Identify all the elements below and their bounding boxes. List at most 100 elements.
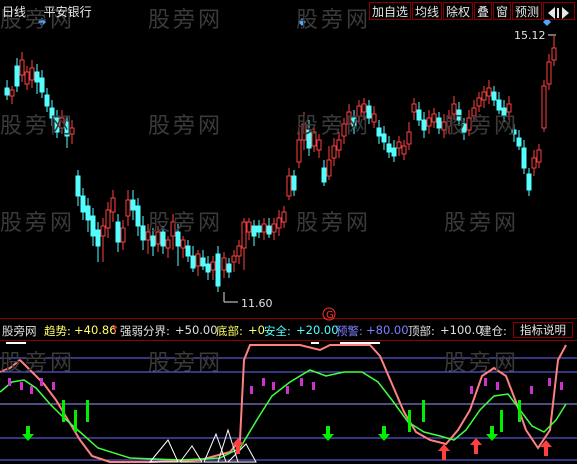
- candle-body: [381, 133, 387, 143]
- candle-body: [501, 107, 507, 117]
- arrow-left-right-icon[interactable]: [543, 2, 575, 20]
- candle-body: [95, 229, 101, 247]
- candle-body: [396, 141, 402, 149]
- chart-canvas: G: [0, 0, 577, 464]
- indicator-tick: [530, 386, 533, 394]
- sell-bar: [422, 400, 425, 422]
- indicator-tick: [30, 386, 33, 394]
- buy-arrow-shaft: [474, 445, 478, 454]
- sell-bar: [62, 400, 65, 422]
- candle-body: [9, 89, 15, 97]
- candle-body: [90, 215, 96, 237]
- indicator-legend: 股旁网 趋势: +40.86 ↑ 强弱分界: +50.00 底部: +0 安全:…: [0, 322, 577, 338]
- stock-title: 日线 平安银行: [2, 3, 92, 20]
- sell-arrow-shaft: [326, 426, 330, 434]
- candle-body: [491, 91, 497, 101]
- stock-name: 平安银行: [43, 5, 92, 19]
- candle-body: [356, 105, 362, 117]
- candle-body: [411, 103, 417, 113]
- candle-body: [261, 223, 267, 233]
- candle-body: [386, 143, 392, 153]
- moving-average-button[interactable]: 均线: [412, 2, 442, 20]
- candle-body: [236, 245, 242, 257]
- top-label: 顶部:: [408, 324, 435, 338]
- candle-body: [516, 137, 522, 147]
- candle-body: [205, 263, 211, 273]
- candle-body: [521, 147, 527, 169]
- indicator-name: 股旁网: [2, 324, 37, 338]
- strength-label: 强弱分界:: [120, 324, 170, 338]
- trend-label: 趋势:: [44, 324, 71, 338]
- candle-body: [436, 117, 442, 129]
- ex-rights-button[interactable]: 除权: [443, 2, 473, 20]
- candle-body: [281, 211, 287, 223]
- indicator-tick: [286, 386, 289, 394]
- indicator-top-marker: [311, 342, 319, 344]
- candle-body: [256, 225, 262, 233]
- warn-value: +80.00: [366, 323, 409, 337]
- indicator-tick: [20, 382, 23, 390]
- candle-body: [69, 127, 75, 135]
- candle-body: [481, 91, 487, 101]
- window-button[interactable]: 窗: [493, 2, 511, 20]
- buy-arrow-shaft: [442, 451, 446, 460]
- sell-bar: [518, 400, 521, 422]
- candle-body: [100, 225, 106, 237]
- candle-body: [316, 139, 322, 151]
- toolbar: 日线 平安银行 加自选 均线 除权 叠 窗 预测: [0, 0, 577, 22]
- candle-body: [241, 221, 247, 249]
- candle-body: [145, 231, 151, 241]
- candle-body: [301, 123, 307, 141]
- candle-body: [59, 117, 65, 129]
- candle-body: [541, 85, 547, 129]
- candle-body: [376, 127, 382, 137]
- indicator-tick: [52, 382, 55, 390]
- candle-body: [306, 129, 312, 149]
- candle-body: [44, 94, 50, 107]
- candle-body: [546, 61, 552, 85]
- overlay-button[interactable]: 叠: [474, 2, 492, 20]
- candle-body: [401, 145, 407, 155]
- candle-body: [271, 223, 277, 233]
- high-price-label: 15.12: [514, 29, 546, 42]
- trend-arrow: ↑: [110, 323, 120, 337]
- indicator-tick: [8, 378, 11, 386]
- add-watchlist-button[interactable]: 加自选: [369, 2, 411, 20]
- candle-body: [19, 59, 25, 76]
- candle-body: [24, 71, 30, 85]
- sell-bar: [408, 410, 411, 432]
- buy-arrow-shaft: [236, 445, 240, 454]
- buy-arrow-shaft: [544, 447, 548, 456]
- candle-body: [461, 123, 467, 133]
- candle-body: [165, 239, 171, 249]
- candle-body: [351, 117, 357, 127]
- candle-body: [135, 205, 141, 227]
- candle-body: [185, 245, 191, 257]
- candle-body: [160, 231, 166, 247]
- candle-body: [215, 253, 221, 287]
- bottom-value: +0: [248, 323, 265, 337]
- indicator-tick: [496, 382, 499, 390]
- candle-body: [115, 221, 121, 243]
- candle-body: [85, 205, 91, 221]
- candle-body: [471, 107, 477, 117]
- candle-body: [331, 145, 337, 159]
- safe-value: +20.00: [296, 323, 339, 337]
- position-label: 建仓:: [480, 324, 507, 338]
- forecast-button[interactable]: 预测: [512, 2, 542, 20]
- candle-body: [180, 239, 186, 249]
- sell-arrow-shaft: [26, 426, 30, 434]
- candle-body: [511, 129, 517, 135]
- candle-body: [466, 117, 472, 131]
- candle-body: [64, 121, 70, 137]
- indicator-tick: [560, 382, 563, 390]
- safe-label: 安全:: [264, 324, 291, 338]
- candle-body: [4, 87, 10, 96]
- candle-body: [226, 263, 232, 273]
- candle-body: [14, 65, 20, 87]
- arrow-left-right-icon: [548, 6, 569, 19]
- indicator-help-button[interactable]: 指标说明: [513, 322, 573, 338]
- indicator-tick: [312, 382, 315, 390]
- candle-body: [75, 175, 81, 197]
- candle-body: [486, 87, 492, 97]
